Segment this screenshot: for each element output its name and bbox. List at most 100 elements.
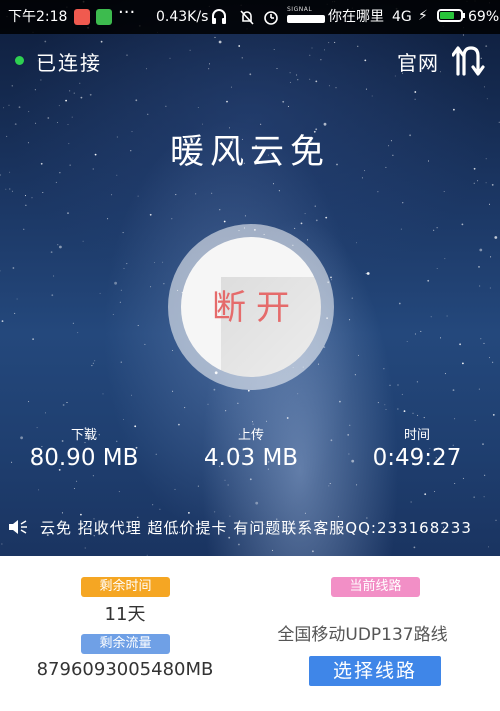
star bbox=[483, 496, 485, 498]
star bbox=[414, 98, 416, 100]
star bbox=[443, 191, 445, 192]
star bbox=[416, 381, 418, 383]
star bbox=[304, 213, 306, 215]
star bbox=[135, 99, 138, 102]
star bbox=[424, 493, 427, 496]
star bbox=[328, 485, 330, 487]
announcement-marquee: 云免 招收代理 超低价提卡 有问题联系客服QQ:233168233 bbox=[40, 519, 472, 537]
star bbox=[32, 338, 34, 340]
star bbox=[364, 59, 367, 62]
star bbox=[297, 79, 299, 81]
star bbox=[28, 401, 30, 403]
star bbox=[175, 194, 177, 196]
star bbox=[430, 316, 432, 318]
star bbox=[309, 78, 311, 80]
star bbox=[1, 543, 3, 545]
star bbox=[73, 92, 75, 94]
star bbox=[309, 54, 311, 56]
battery-level bbox=[440, 12, 454, 19]
star bbox=[72, 322, 74, 324]
star bbox=[58, 105, 60, 107]
more-notifications-icon: ··· bbox=[118, 2, 136, 23]
star bbox=[423, 417, 425, 419]
star bbox=[406, 341, 408, 342]
star bbox=[400, 228, 402, 230]
network-type: 4G bbox=[392, 9, 412, 25]
star bbox=[339, 400, 341, 403]
star bbox=[314, 205, 316, 207]
star bbox=[252, 421, 253, 423]
official-website-link[interactable]: 官网 bbox=[397, 47, 439, 76]
star bbox=[492, 414, 495, 416]
upload-label: 上传 bbox=[237, 428, 264, 443]
star bbox=[1, 320, 4, 322]
star bbox=[356, 484, 358, 486]
time-label: 时间 bbox=[403, 428, 430, 443]
star bbox=[365, 273, 367, 275]
star bbox=[486, 98, 488, 100]
star bbox=[331, 279, 333, 281]
star bbox=[165, 105, 167, 107]
star bbox=[197, 485, 199, 487]
star bbox=[420, 330, 422, 332]
signal-strength-icon bbox=[287, 15, 325, 23]
star bbox=[18, 106, 21, 109]
star bbox=[152, 504, 154, 506]
star bbox=[53, 275, 55, 277]
star bbox=[25, 204, 27, 206]
star bbox=[328, 42, 330, 44]
star bbox=[169, 57, 171, 59]
star bbox=[8, 104, 10, 106]
star bbox=[247, 389, 250, 392]
star bbox=[427, 279, 430, 282]
star bbox=[255, 501, 259, 505]
star bbox=[11, 85, 13, 87]
star bbox=[249, 478, 252, 481]
alarm-icon bbox=[264, 11, 278, 25]
switch-arrows-icon[interactable] bbox=[452, 44, 490, 76]
star bbox=[357, 45, 359, 47]
star bbox=[474, 419, 476, 421]
star bbox=[307, 239, 309, 241]
star bbox=[57, 244, 59, 246]
star bbox=[116, 174, 118, 176]
star bbox=[276, 68, 278, 69]
select-route-button[interactable]: 选择线路 bbox=[309, 656, 441, 686]
star bbox=[73, 488, 75, 489]
star bbox=[131, 394, 132, 396]
star bbox=[494, 236, 498, 239]
star bbox=[330, 276, 332, 279]
mute-bell-icon bbox=[240, 10, 254, 25]
star bbox=[11, 190, 13, 192]
star bbox=[304, 512, 306, 514]
star bbox=[79, 82, 81, 84]
star bbox=[412, 412, 414, 414]
star bbox=[385, 409, 387, 410]
star bbox=[76, 480, 78, 482]
star bbox=[413, 546, 416, 549]
star bbox=[311, 47, 313, 49]
star bbox=[403, 410, 406, 412]
star bbox=[9, 188, 11, 190]
star bbox=[324, 49, 325, 51]
star bbox=[489, 287, 491, 289]
star bbox=[0, 270, 1, 272]
star bbox=[120, 289, 122, 291]
star bbox=[218, 40, 222, 44]
star bbox=[62, 404, 65, 406]
star bbox=[214, 511, 216, 513]
star bbox=[102, 393, 104, 395]
star bbox=[80, 513, 82, 516]
star bbox=[485, 182, 487, 184]
star bbox=[55, 181, 57, 183]
star bbox=[57, 122, 58, 123]
star bbox=[278, 190, 280, 192]
disconnect-button[interactable]: 断开 bbox=[181, 237, 321, 377]
star bbox=[402, 202, 404, 204]
star bbox=[71, 116, 73, 118]
star bbox=[224, 479, 226, 481]
star bbox=[249, 73, 252, 76]
star bbox=[114, 281, 117, 285]
star bbox=[312, 550, 314, 553]
star bbox=[349, 319, 351, 321]
